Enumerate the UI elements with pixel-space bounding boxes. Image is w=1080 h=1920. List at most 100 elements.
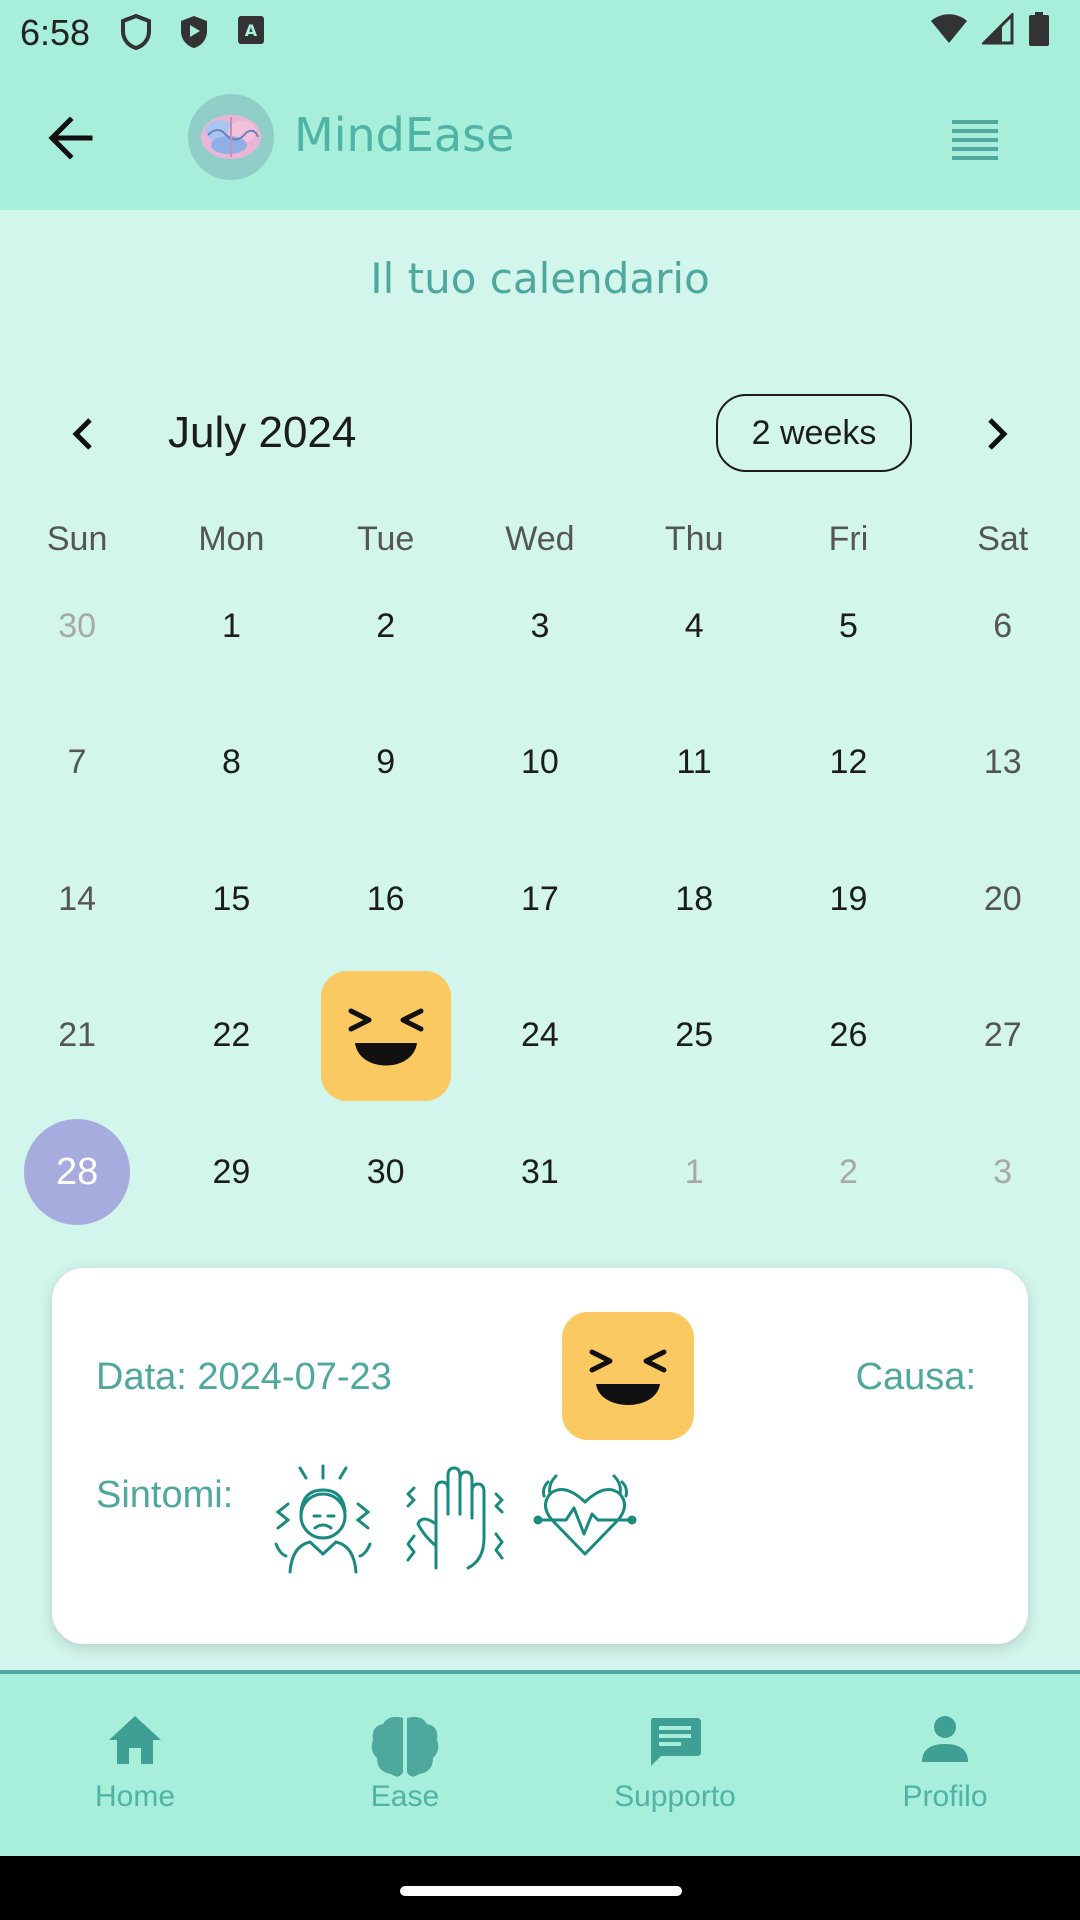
nav-label: Profilo xyxy=(902,1780,988,1813)
status-bar: 6:58 A xyxy=(0,0,1080,64)
calendar-day[interactable]: 5 xyxy=(771,558,925,695)
day-number: 2 xyxy=(839,1152,858,1191)
weekday-header: Sun Mon Tue Wed Thu Fri Sat xyxy=(0,520,1080,559)
calendar-day[interactable]: 19 xyxy=(771,831,925,968)
calendar-day[interactable]: 15 xyxy=(154,831,308,968)
weekday-label: Sat xyxy=(977,520,1029,558)
calendar-day[interactable]: 8 xyxy=(154,695,308,832)
day-number: 17 xyxy=(521,879,559,918)
next-month-button[interactable] xyxy=(970,408,1022,460)
day-number: 6 xyxy=(993,606,1013,645)
day-number: 15 xyxy=(212,879,251,918)
calendar-day[interactable]: 27 xyxy=(926,968,1080,1105)
calendar-day-today[interactable]: 28 xyxy=(0,1104,154,1241)
weekday-label: Tue xyxy=(357,520,415,558)
nav-profilo[interactable]: Profilo xyxy=(810,1674,1080,1856)
calendar-week: 28 29 30 31 1 2 3 xyxy=(0,1104,1080,1241)
svg-text:A: A xyxy=(245,21,258,40)
calendar-day[interactable]: 1 xyxy=(617,1104,771,1241)
calendar-week: 21 22 24 25 26 27 xyxy=(0,968,1080,1105)
calendar-day[interactable]: 22 xyxy=(154,968,308,1105)
weekday-label: Mon xyxy=(198,520,265,558)
calendar-day[interactable]: 6 xyxy=(926,558,1080,695)
day-number: 20 xyxy=(983,879,1022,918)
calendar-day[interactable]: 24 xyxy=(463,968,617,1105)
calendar-day[interactable]: 30 xyxy=(309,1104,463,1241)
day-number: 24 xyxy=(521,1016,559,1055)
calendar-day[interactable]: 12 xyxy=(771,695,925,832)
chat-icon xyxy=(651,1718,701,1766)
calendar-day[interactable]: 10 xyxy=(463,695,617,832)
nav-ease[interactable]: Ease xyxy=(270,1674,540,1856)
app-logo xyxy=(188,94,274,180)
calendar-grid: 30 1 2 3 4 5 6 7 8 9 10 11 12 13 14 15 1… xyxy=(0,558,1080,1241)
day-number: 1 xyxy=(221,606,241,645)
day-number: 13 xyxy=(983,743,1022,782)
day-number: 5 xyxy=(839,606,858,645)
calendar-day[interactable]: 29 xyxy=(154,1104,308,1241)
day-number: 12 xyxy=(829,743,868,782)
menu-button[interactable] xyxy=(952,116,998,160)
day-number: 18 xyxy=(675,879,714,918)
calendar-day[interactable]: 26 xyxy=(771,968,925,1105)
calendar-day[interactable]: 1 xyxy=(154,558,308,695)
calendar-day[interactable]: 18 xyxy=(617,831,771,968)
arrow-back-icon xyxy=(48,116,93,160)
day-number: 1 xyxy=(684,1152,704,1191)
calendar-day[interactable]: 21 xyxy=(0,968,154,1105)
system-navigation-bar xyxy=(0,1856,1080,1920)
brain-logo-icon xyxy=(201,115,261,159)
page-title: Il tuo calendario xyxy=(370,254,710,303)
calendar-day[interactable]: 3 xyxy=(463,558,617,695)
back-button[interactable] xyxy=(40,106,104,170)
day-number: 8 xyxy=(221,743,241,782)
nav-home[interactable]: Home xyxy=(0,1674,270,1856)
day-number: 7 xyxy=(67,743,87,782)
calendar-day[interactable]: 25 xyxy=(617,968,771,1105)
day-number: 2 xyxy=(376,606,396,645)
nav-label: Home xyxy=(94,1780,176,1813)
day-number: 9 xyxy=(376,743,396,782)
month-label: July 2024 xyxy=(168,408,357,457)
calendar-day[interactable]: 3 xyxy=(926,1104,1080,1241)
nav-label: Supporto xyxy=(614,1780,736,1813)
signal-icon xyxy=(982,13,1014,45)
menu-lines-icon xyxy=(952,120,998,160)
day-number: 3 xyxy=(530,606,550,645)
headache-icon xyxy=(274,1464,372,1574)
day-number: 19 xyxy=(829,879,868,918)
nav-supporto[interactable]: Supporto xyxy=(540,1674,810,1856)
wifi-icon xyxy=(931,14,967,43)
calendar-day[interactable]: 14 xyxy=(0,831,154,968)
battery-icon xyxy=(1029,12,1049,46)
day-number: 11 xyxy=(676,743,712,782)
calendar-day[interactable]: 11 xyxy=(617,695,771,832)
calendar-day[interactable]: 20 xyxy=(926,831,1080,968)
calendar-day[interactable]: 7 xyxy=(0,695,154,832)
home-gesture-handle[interactable] xyxy=(400,1886,682,1896)
format-toggle-button[interactable]: 2 weeks xyxy=(716,394,912,472)
day-number: 14 xyxy=(58,879,97,918)
calendar-day[interactable]: 16 xyxy=(309,831,463,968)
calendar-day[interactable]: 2 xyxy=(309,558,463,695)
day-number: 3 xyxy=(993,1152,1013,1191)
calendar-day-mood[interactable] xyxy=(309,968,463,1105)
person-icon xyxy=(922,1716,968,1762)
calendar-day[interactable]: 9 xyxy=(309,695,463,832)
calendar-day[interactable]: 17 xyxy=(463,831,617,968)
weekday-label: Sun xyxy=(46,520,108,558)
calendar-day[interactable]: 4 xyxy=(617,558,771,695)
trembling-hand-icon xyxy=(406,1466,504,1570)
calendar-day[interactable]: 2 xyxy=(771,1104,925,1241)
play-protect-icon xyxy=(181,16,207,48)
app-title: MindEase xyxy=(294,108,515,162)
prev-month-button[interactable] xyxy=(58,408,110,460)
weekday-label: Fri xyxy=(828,520,869,558)
calendar-week: 14 15 16 17 18 19 20 xyxy=(0,831,1080,968)
day-number: 30 xyxy=(58,606,97,645)
calendar-day[interactable]: 31 xyxy=(463,1104,617,1241)
calendar-day[interactable]: 30 xyxy=(0,558,154,695)
calendar-day[interactable]: 13 xyxy=(926,695,1080,832)
day-number: 30 xyxy=(366,1152,405,1191)
weekday-label: Thu xyxy=(664,520,724,558)
